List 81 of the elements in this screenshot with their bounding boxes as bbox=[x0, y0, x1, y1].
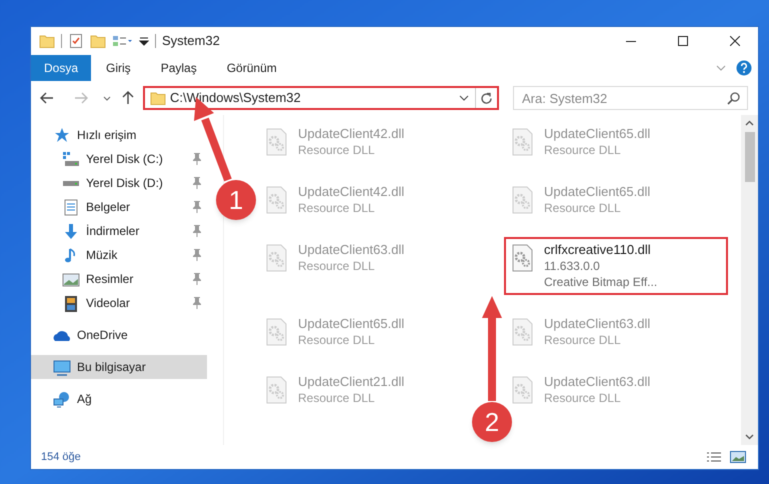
back-icon[interactable] bbox=[39, 91, 55, 105]
sidebar-item[interactable]: Videolar bbox=[31, 291, 207, 315]
details-view-icon[interactable] bbox=[706, 451, 722, 463]
help-icon[interactable] bbox=[736, 60, 752, 76]
sidebar-item[interactable]: Bu bilgisayar bbox=[31, 355, 207, 379]
file-name: UpdateClient63.dll bbox=[544, 374, 650, 390]
file-name: UpdateClient63.dll bbox=[298, 242, 404, 258]
file-name: UpdateClient65.dll bbox=[544, 126, 650, 142]
recent-locations-icon[interactable] bbox=[103, 96, 111, 100]
document-icon bbox=[62, 198, 80, 216]
checklist-icon[interactable] bbox=[68, 33, 84, 49]
file-detail: Resource DLL bbox=[544, 200, 622, 216]
ribbon-tab[interactable]: Giriş bbox=[91, 55, 146, 81]
file-name: UpdateClient63.dll bbox=[544, 316, 650, 332]
window-title: System32 bbox=[162, 32, 220, 50]
film-icon bbox=[62, 294, 80, 312]
scroll-thumb[interactable] bbox=[744, 132, 754, 182]
file-detail: Resource DLL bbox=[544, 332, 622, 348]
maximize-icon bbox=[678, 36, 688, 46]
file-gear-icon bbox=[512, 376, 534, 406]
file-gear-icon bbox=[512, 318, 534, 348]
large-icons-view-icon[interactable] bbox=[730, 451, 746, 463]
refresh-icon bbox=[480, 92, 493, 104]
file-gear-icon bbox=[512, 244, 534, 274]
file-item[interactable]: crlfxcreative110.dll 11.633.0.0 Creative Bitmap Eff... bbox=[504, 237, 728, 295]
file-detail: Resource DLL bbox=[298, 258, 376, 274]
search-icon[interactable] bbox=[727, 92, 740, 105]
drive-icon bbox=[63, 152, 79, 166]
image-icon bbox=[62, 270, 80, 288]
file-detail: Resource DLL bbox=[298, 332, 376, 348]
network-icon bbox=[53, 390, 71, 408]
file-gear-icon bbox=[266, 376, 288, 406]
file-name: UpdateClient65.dll bbox=[298, 316, 404, 332]
file-name: crlfxcreative110.dll bbox=[544, 242, 652, 258]
file-name: UpdateClient65.dll bbox=[544, 184, 650, 200]
sidebar-item[interactable]: Ağ bbox=[31, 387, 207, 411]
file-gear-icon bbox=[512, 128, 534, 158]
file-gear-icon bbox=[266, 128, 288, 158]
file-detail: Resource DLL bbox=[298, 200, 376, 216]
download-icon bbox=[62, 222, 80, 240]
sidebar-item[interactable]: OneDrive bbox=[31, 323, 207, 347]
address-path: C:\Windows\System32 bbox=[170, 89, 302, 108]
dropdown-icon[interactable] bbox=[139, 36, 149, 46]
sidebar-item[interactable]: Yerel Disk (D:) bbox=[31, 171, 207, 195]
scrollbar[interactable] bbox=[741, 115, 758, 445]
sidebar-item[interactable]: Müzik bbox=[31, 243, 207, 267]
file-name: UpdateClient42.dll bbox=[298, 126, 404, 142]
up-icon[interactable] bbox=[121, 90, 135, 106]
item-count: 154 öğe bbox=[41, 450, 81, 465]
ribbon-tab[interactable]: Paylaş bbox=[146, 55, 212, 81]
scroll-down-icon[interactable] bbox=[745, 434, 754, 440]
close-icon bbox=[730, 36, 740, 46]
sidebar-item[interactable]: Yerel Disk (C:) bbox=[31, 147, 207, 171]
dropdown-icon[interactable] bbox=[459, 95, 469, 101]
file-detail: Resource DLL bbox=[298, 142, 376, 158]
file-detail: Resource DLL bbox=[544, 142, 622, 158]
file-name: UpdateClient42.dll bbox=[298, 184, 404, 200]
file-detail: Resource DLL bbox=[298, 390, 376, 406]
file-gear-icon bbox=[266, 186, 288, 216]
expand-ribbon-icon[interactable] bbox=[716, 64, 726, 72]
star-icon bbox=[53, 126, 71, 144]
folder-icon bbox=[150, 90, 166, 106]
ribbon-tab[interactable]: Görünüm bbox=[212, 55, 292, 81]
file-gear-icon bbox=[266, 318, 288, 348]
search-field[interactable]: Ara: System32 bbox=[513, 86, 748, 110]
sidebar-item[interactable]: İndirmeler bbox=[31, 219, 207, 243]
address-bar[interactable]: C:\Windows\System32 bbox=[143, 86, 499, 110]
scroll-up-icon[interactable] bbox=[745, 120, 754, 126]
sidebar-item[interactable]: Belgeler bbox=[31, 195, 207, 219]
sidebar-item[interactable]: Resimler bbox=[31, 267, 207, 291]
file-gear-icon bbox=[512, 186, 534, 216]
computer-icon bbox=[53, 358, 71, 376]
drive-icon bbox=[63, 180, 79, 186]
file-menu-tab[interactable]: Dosya bbox=[31, 55, 92, 81]
file-name: UpdateClient21.dll bbox=[298, 374, 404, 390]
sidebar-item[interactable]: Hızlı erişim bbox=[31, 123, 207, 147]
file-detail: 11.633.0.0 bbox=[544, 258, 601, 274]
properties-icon[interactable] bbox=[112, 34, 133, 48]
file-detail: Resource DLL bbox=[544, 390, 622, 406]
file-gear-icon bbox=[266, 244, 288, 274]
file-detail: Creative Bitmap Eff... bbox=[544, 274, 658, 290]
